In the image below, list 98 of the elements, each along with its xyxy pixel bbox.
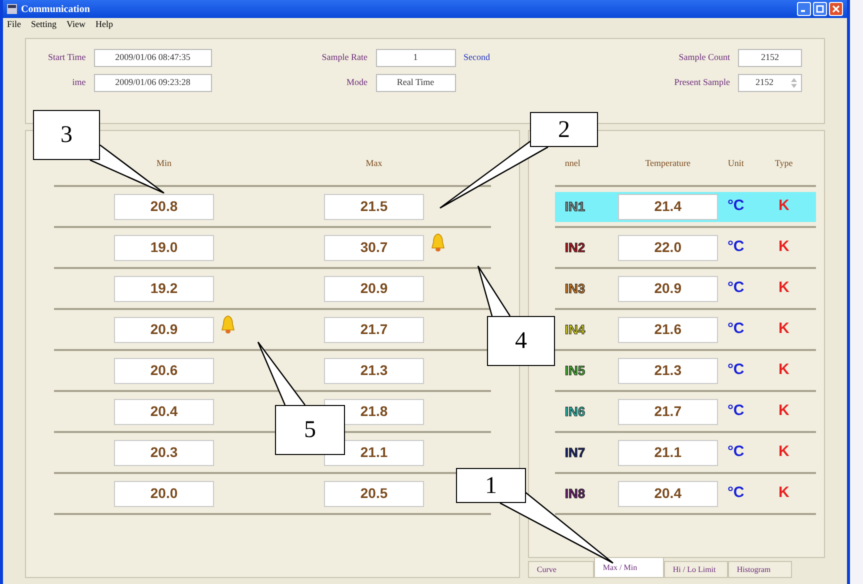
- type-text: K: [777, 237, 790, 258]
- bell-icon: [220, 314, 236, 334]
- tab[interactable]: Max / Min: [594, 558, 664, 578]
- channel-row[interactable]: IN8 20.4 °C K: [554, 478, 816, 508]
- unit-text: °C: [726, 237, 746, 258]
- temperature-value: 22.0: [618, 234, 718, 260]
- bell-icon: [430, 232, 446, 252]
- channel-name: IN1: [564, 198, 586, 216]
- max-value: 20.9: [324, 276, 424, 302]
- column-header: nnel: [564, 157, 582, 170]
- callout-label: 5: [275, 405, 345, 455]
- sample-rate-field[interactable]: 1: [376, 48, 456, 66]
- temperature-value: 21.3: [618, 358, 718, 384]
- callout-label: 2: [530, 112, 598, 147]
- type-text: K: [777, 483, 790, 504]
- sample-count-field[interactable]: 2152: [738, 48, 802, 66]
- max-value: 21.7: [324, 316, 424, 342]
- temperature-value: 21.6: [618, 316, 718, 342]
- field-label: ime: [72, 76, 86, 89]
- unit-label: Second: [464, 50, 490, 64]
- maximize-icon: [816, 5, 824, 13]
- min-value: 19.0: [114, 234, 214, 260]
- min-value: 20.0: [114, 480, 214, 506]
- max-value: 30.7: [324, 234, 424, 260]
- channel-name: IN5: [564, 362, 586, 380]
- type-text: K: [777, 360, 790, 380]
- tab[interactable]: Histogram: [728, 561, 792, 578]
- close-icon: [832, 5, 840, 13]
- unit-text: °C: [726, 319, 746, 340]
- type-text: K: [777, 401, 790, 422]
- field-label: Mode: [346, 76, 368, 89]
- tab[interactable]: Hi / Lo Limit: [664, 561, 728, 578]
- type-text: K: [777, 319, 790, 340]
- unit-text: °C: [726, 360, 746, 380]
- column-header: Temperature: [644, 157, 692, 170]
- column-header: Type: [774, 157, 794, 170]
- max-value: 21.3: [324, 358, 424, 384]
- min-value: 20.6: [114, 358, 214, 384]
- spin-arrows-icon: [790, 76, 798, 88]
- channel-row[interactable]: IN7 21.1 °C K: [554, 438, 816, 468]
- unit-text: °C: [726, 483, 746, 504]
- min-value: 20.3: [114, 440, 214, 466]
- callout-pointer: [257, 341, 306, 406]
- maximize-button[interactable]: [813, 2, 827, 16]
- channel-name: IN8: [564, 484, 586, 503]
- tab[interactable]: Curve: [528, 561, 594, 578]
- field-label: Sample Rate: [322, 50, 368, 64]
- type-text: K: [777, 442, 790, 462]
- callout-label: 1: [456, 468, 526, 503]
- callout-label: 4: [487, 316, 555, 366]
- channel-name: IN7: [564, 444, 586, 462]
- unit-text: °C: [726, 278, 746, 298]
- menu-item[interactable]: File: [7, 18, 22, 32]
- field-label: Sample Count: [678, 50, 730, 64]
- type-text: K: [777, 278, 790, 298]
- channel-row[interactable]: IN6 21.7 °C K: [554, 396, 816, 426]
- channel-row[interactable]: IN2 22.0 °C K: [554, 232, 816, 262]
- temperature-value: 20.4: [618, 480, 718, 506]
- min-value: 20.9: [114, 316, 214, 342]
- column-header: Min: [155, 157, 172, 170]
- min-value: 20.4: [114, 398, 214, 424]
- temperature-value: 21.7: [618, 398, 718, 424]
- min-value: 20.8: [114, 194, 214, 220]
- minimize-button[interactable]: [797, 2, 811, 16]
- stop-time-field[interactable]: 2009/01/06 09:23:28: [94, 74, 212, 92]
- app-icon: [7, 4, 17, 14]
- channel-name: IN3: [564, 280, 586, 298]
- column-header: Max: [364, 157, 384, 170]
- temperature-value: 21.4: [618, 194, 718, 220]
- menu-item[interactable]: Setting: [31, 18, 57, 32]
- temperature-value: 20.9: [618, 276, 718, 302]
- unit-text: °C: [726, 401, 746, 422]
- channel-row[interactable]: IN1 21.4 °C K: [554, 192, 816, 222]
- column-header: Unit: [726, 157, 745, 170]
- field-label: Present Sample: [674, 76, 730, 89]
- temperature-value: 21.1: [618, 440, 718, 466]
- channel-row[interactable]: IN3 20.9 °C K: [554, 274, 816, 304]
- field-label: Start Time: [48, 50, 86, 64]
- menu-item[interactable]: View: [66, 18, 86, 32]
- type-text: K: [777, 196, 790, 216]
- unit-text: °C: [726, 442, 746, 462]
- max-value: 20.5: [324, 480, 424, 506]
- channel-name: IN4: [564, 320, 586, 339]
- menu-item[interactable]: Help: [96, 18, 113, 32]
- window-title: Communication: [21, 2, 90, 16]
- channel-name: IN6: [564, 402, 586, 421]
- unit-text: °C: [726, 196, 746, 216]
- callout-pointer: [477, 265, 511, 317]
- max-value: 21.5: [324, 194, 424, 220]
- channel-row[interactable]: IN5 21.3 °C K: [554, 356, 816, 386]
- min-value: 19.2: [114, 276, 214, 302]
- close-button[interactable]: [829, 2, 843, 16]
- callout-label: 3: [33, 110, 100, 160]
- start-time-field[interactable]: 2009/01/06 08:47:35: [94, 48, 212, 66]
- sample-spinner[interactable]: 2152: [738, 74, 802, 92]
- mode-field[interactable]: Real Time: [376, 74, 456, 92]
- channel-row[interactable]: IN4 21.6 °C K: [554, 314, 816, 344]
- channel-name: IN2: [564, 238, 586, 257]
